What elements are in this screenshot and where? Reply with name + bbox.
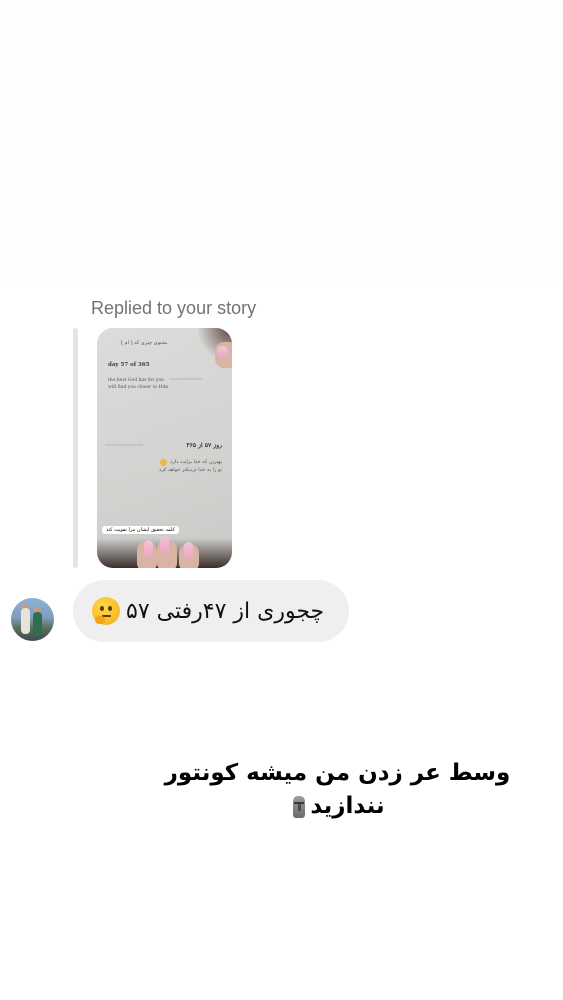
message-bubble[interactable]: چجوری از ۴۷رفتی ۵۷ — [73, 580, 349, 642]
story-nail — [184, 542, 193, 560]
story-text-sticker: کلمه تحقیق ایشان مرا تقویت کند — [102, 526, 179, 534]
story-nail — [217, 346, 228, 358]
story-line-en-2: will find you closer to Him — [108, 385, 169, 390]
caption-line-2: نندازید — [310, 793, 385, 819]
message-text: چجوری از ۴۷رفتی ۵۷ — [126, 598, 325, 624]
blank-top-area — [0, 0, 563, 282]
replied-to-story-label: Replied to your story — [91, 298, 257, 318]
story-line-en-1: the best God has for you — [108, 378, 164, 383]
avatar-figure — [21, 608, 30, 634]
dm-screen: Replied to your story بشنوی چیزی که [ ام… — [0, 0, 563, 1000]
story-nail — [160, 536, 169, 554]
story-caption: وسط عر زدن من میشه کونتور نندازید — [140, 757, 535, 823]
sender-avatar[interactable] — [11, 598, 54, 641]
story-faint-line — [169, 378, 203, 380]
story-header-text: بشنوی چیزی که [ ام ] — [121, 340, 168, 346]
story-emoji-icon — [160, 459, 167, 466]
story-line-fa-1: بهترین که خدا برایت دارد — [170, 459, 222, 465]
story-nail — [144, 540, 153, 558]
story-day-fa: روز ۵۷ از ۳۶۵ — [186, 442, 222, 449]
thinking-face-icon — [92, 597, 120, 625]
story-thumbnail[interactable]: بشنوی چیزی که [ ام ] day 57 of 365 the b… — [97, 328, 232, 568]
avatar-figure — [33, 612, 42, 636]
story-day-en: day 57 of 365 — [108, 362, 150, 368]
reply-indicator-bar — [73, 328, 78, 568]
caption-line-1: وسط عر زدن من میشه کونتور — [164, 760, 511, 786]
caption-line-2-wrap: نندازید — [290, 790, 385, 823]
story-line-fa-2: تو را به خدا نزدیکتر خواهد کرد — [159, 467, 222, 473]
story-faint-line — [105, 444, 143, 446]
moai-icon — [290, 795, 308, 818]
